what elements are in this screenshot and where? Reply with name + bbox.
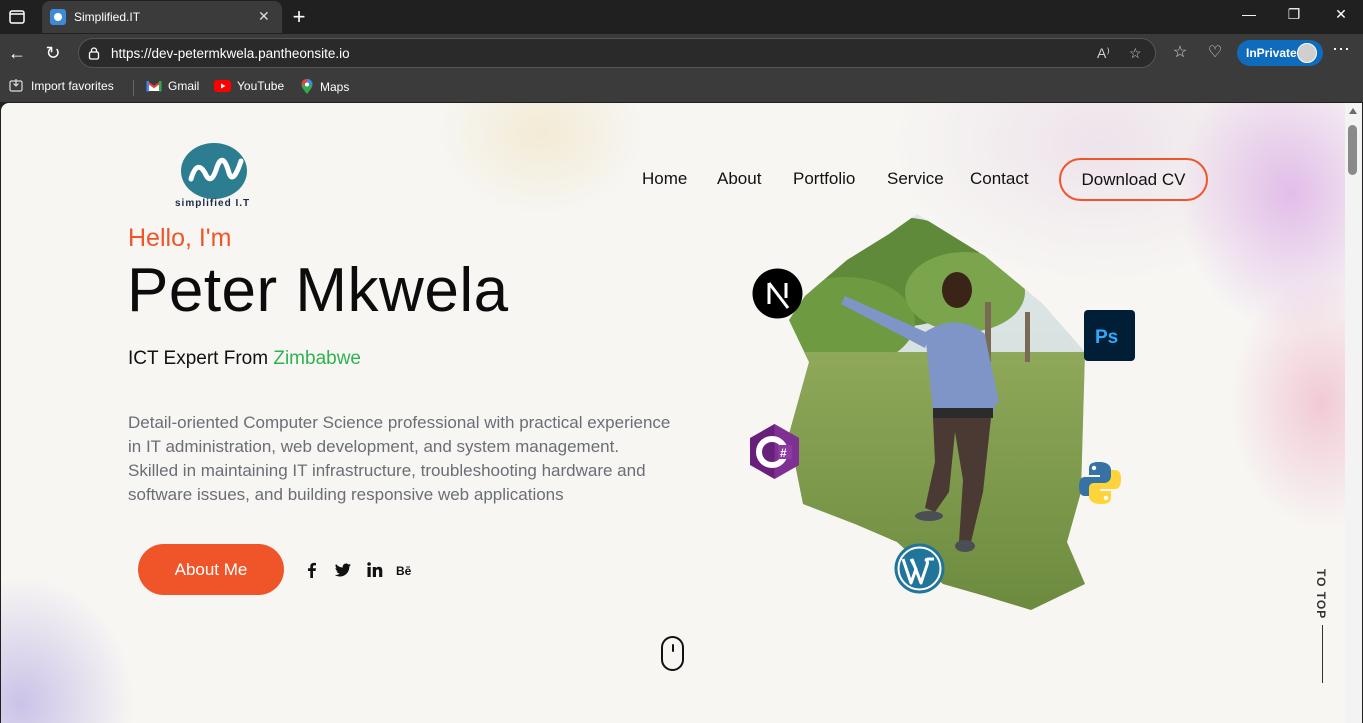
- about-me-button[interactable]: About Me: [138, 544, 284, 595]
- favorites-divider: [133, 80, 134, 96]
- linkedin-icon[interactable]: [366, 561, 384, 579]
- download-cv-button[interactable]: Download CV: [1059, 158, 1208, 201]
- nextjs-icon: [752, 268, 803, 319]
- more-options-icon[interactable]: ⋯: [1332, 39, 1350, 60]
- subtitle-prefix: ICT Expert From: [128, 348, 274, 369]
- scrollbar-thumb[interactable]: [1348, 125, 1357, 175]
- facebook-icon[interactable]: [303, 561, 321, 579]
- nav-contact[interactable]: Contact: [970, 169, 1029, 189]
- close-tab-icon[interactable]: ✕: [258, 8, 270, 25]
- site-favicon-icon: [50, 9, 66, 25]
- python-icon: [1079, 462, 1121, 504]
- gmail-icon: [146, 81, 162, 92]
- browser-essentials-icon[interactable]: ♡: [1204, 42, 1226, 62]
- favorite-star-icon[interactable]: ☆: [1129, 45, 1142, 62]
- nav-home[interactable]: Home: [642, 169, 687, 189]
- scroll-mouse-icon[interactable]: [661, 636, 684, 671]
- svg-text:#: #: [780, 446, 787, 460]
- favorite-label: Maps: [320, 80, 350, 94]
- lock-icon[interactable]: [87, 46, 101, 60]
- hero-name: Peter Mkwela: [127, 256, 509, 325]
- browser-tab[interactable]: Simplified.IT ✕: [42, 1, 282, 33]
- favorite-maps[interactable]: Maps: [300, 79, 349, 95]
- tab-actions-icon[interactable]: [6, 6, 28, 28]
- import-icon: [9, 79, 23, 92]
- address-bar: ← ↻ https://dev-petermkwela.pantheonsite…: [0, 34, 1363, 72]
- to-top-line: [1322, 625, 1323, 683]
- restore-icon[interactable]: ❐: [1279, 6, 1309, 23]
- hero-subtitle: ICT Expert From Zimbabwe: [128, 348, 361, 370]
- photoshop-icon: Ps: [1084, 310, 1135, 361]
- favorite-import[interactable]: Import favorites: [9, 79, 114, 93]
- wordpress-icon: [894, 543, 945, 594]
- profile-avatar-icon: [1297, 43, 1317, 63]
- favorite-gmail[interactable]: Gmail: [146, 79, 199, 93]
- refresh-icon[interactable]: ↻: [42, 42, 64, 64]
- behance-icon[interactable]: Bē: [396, 561, 414, 579]
- scroll-up-icon[interactable]: [1349, 108, 1357, 114]
- nav-service[interactable]: Service: [887, 169, 944, 189]
- minimize-icon[interactable]: —: [1234, 6, 1264, 22]
- hero-greeting: Hello, I'm: [128, 224, 232, 252]
- subtitle-country: Zimbabwe: [273, 348, 361, 369]
- url-field[interactable]: https://dev-petermkwela.pantheonsite.io …: [78, 38, 1156, 68]
- nav-about[interactable]: About: [717, 169, 761, 189]
- svg-text:Bē: Bē: [396, 564, 412, 578]
- favorite-label: Gmail: [168, 79, 200, 93]
- new-tab-icon[interactable]: +: [288, 4, 310, 30]
- tab-bar: Simplified.IT ✕ + — ❐ ✕: [0, 0, 1363, 34]
- logo-text: simplified I.T: [175, 198, 251, 209]
- nav-portfolio[interactable]: Portfolio: [793, 169, 855, 189]
- youtube-icon: [214, 80, 231, 92]
- svg-text:Ps: Ps: [1095, 327, 1118, 348]
- csharp-icon: #: [750, 424, 799, 479]
- tab-title: Simplified.IT: [74, 10, 141, 24]
- inprivate-label: InPrivate: [1246, 46, 1297, 60]
- page-scrollbar[interactable]: [1345, 103, 1362, 723]
- favorite-youtube[interactable]: YouTube: [214, 79, 284, 93]
- favorites-icon[interactable]: ☆: [1169, 42, 1191, 62]
- inprivate-badge[interactable]: InPrivate: [1237, 40, 1323, 66]
- close-window-icon[interactable]: ✕: [1326, 6, 1356, 23]
- url-text: https://dev-petermkwela.pantheonsite.io: [111, 46, 350, 61]
- site-logo[interactable]: simplified I.T: [173, 143, 263, 213]
- maps-icon: [301, 79, 313, 94]
- hero-bio: Detail-oriented Computer Science profess…: [128, 413, 671, 504]
- back-icon[interactable]: ←: [6, 42, 28, 64]
- favorite-label: YouTube: [237, 79, 285, 93]
- page-viewport: simplified I.T Home About Portfolio Serv…: [1, 103, 1345, 723]
- logo-mark: [181, 143, 247, 199]
- twitter-icon[interactable]: [334, 561, 352, 579]
- to-top-link[interactable]: TO TOP: [1312, 569, 1328, 619]
- read-aloud-icon[interactable]: A⁾: [1097, 45, 1110, 62]
- favorite-label: Import favorites: [31, 79, 114, 93]
- favorites-bar: Import favorites Gmail YouTube Maps: [0, 72, 1363, 102]
